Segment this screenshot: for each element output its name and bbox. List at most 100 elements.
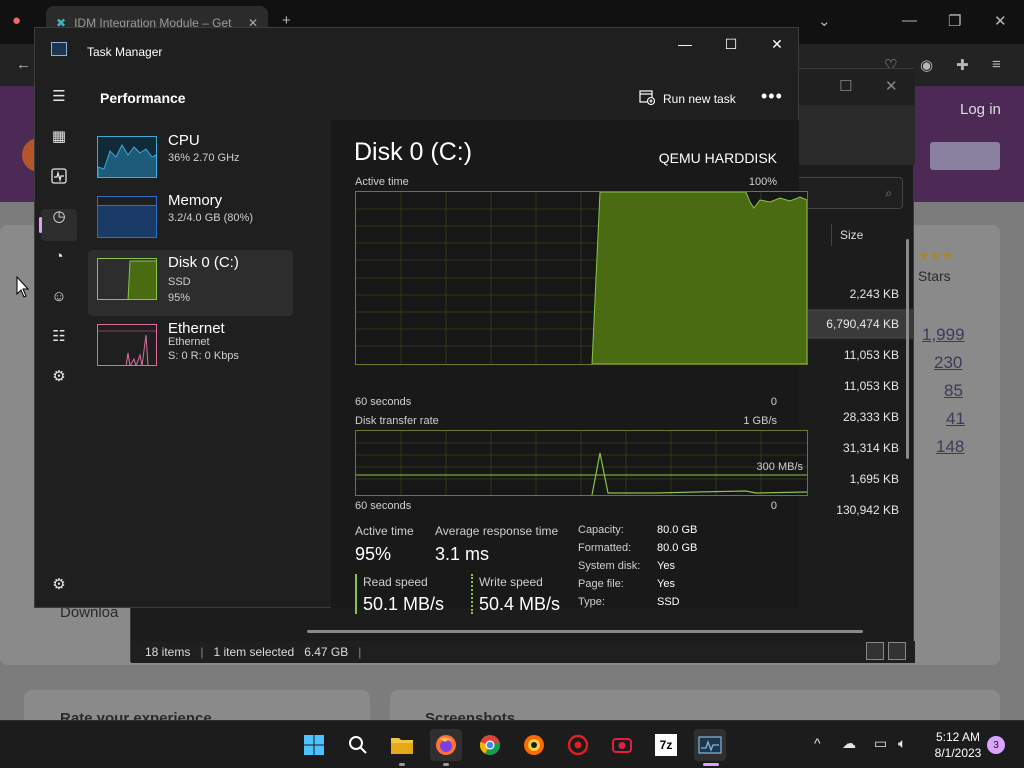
status-item-count: 18 items xyxy=(145,645,191,659)
minimize-icon[interactable]: — xyxy=(902,12,917,29)
start-icon[interactable] xyxy=(298,729,330,761)
users-icon[interactable]: ☺ xyxy=(47,284,71,308)
active-time-value: 95% xyxy=(355,544,392,564)
resource-detail: Ethernet xyxy=(168,336,210,348)
recorder-icon[interactable] xyxy=(562,729,594,761)
cpu-thumbnail xyxy=(97,136,157,178)
details-view-icon[interactable] xyxy=(866,642,884,660)
close-icon[interactable]: ✕ xyxy=(754,28,800,60)
7zip-label: 7z xyxy=(655,734,677,756)
resource-name: Disk 0 (C:) xyxy=(168,254,239,271)
menu-icon[interactable]: ≡ xyxy=(992,56,1001,73)
hamburger-menu-icon[interactable]: ☰ xyxy=(47,84,71,108)
vertical-scrollbar[interactable] xyxy=(906,239,909,459)
write-speed-value: 50.4 MB/s xyxy=(479,594,561,614)
explorer-statusbar: 18 items | 1 item selected 6.47 GB | xyxy=(131,641,915,663)
prop-label: Capacity: xyxy=(578,524,624,536)
prop-label: Formatted: xyxy=(578,542,632,554)
prop-value: Yes xyxy=(657,578,675,590)
search-icon[interactable] xyxy=(342,729,374,761)
graph-timespan: 60 seconds xyxy=(355,396,412,408)
taskbar: 7z ^ ☁ ▭ 🔈︎ 5:12 AM 8/1/2023 3 xyxy=(0,720,1024,768)
active-time-graph-label: Active time xyxy=(355,176,409,188)
account-icon[interactable]: ◉ xyxy=(920,56,933,74)
transfer-rate-mid: 300 MB/s xyxy=(756,461,803,473)
list-tabs-icon[interactable]: ⌄ xyxy=(818,12,831,30)
rating-count[interactable]: 148 xyxy=(936,437,964,457)
transfer-rate-label: Disk transfer rate xyxy=(355,415,439,427)
resource-detail: 3.2/4.0 GB (80%) xyxy=(168,212,253,224)
resource-detail: 95% xyxy=(168,292,191,304)
resource-item-cpu[interactable]: CPU 36% 2.70 GHz xyxy=(88,128,293,194)
maximize-icon[interactable]: ☐ xyxy=(708,28,754,60)
startup-apps-icon[interactable]: ◔ xyxy=(47,244,71,268)
clock[interactable]: 5:12 AM 8/1/2023 xyxy=(928,729,988,761)
rating-count[interactable]: 85 xyxy=(944,381,963,401)
resource-item-disk[interactable]: Disk 0 (C:) SSD 95% xyxy=(88,250,293,316)
onedrive-offline-icon[interactable]: ☁ xyxy=(842,735,856,752)
show-hidden-icons-icon[interactable]: ^ xyxy=(814,735,821,751)
prop-label: System disk: xyxy=(578,560,641,572)
restore-icon[interactable]: ❐ xyxy=(948,12,961,30)
explorer-search-input[interactable]: ⌕ xyxy=(797,177,903,209)
status-selected: 1 item selected xyxy=(213,645,295,659)
details-icon[interactable]: ☷ xyxy=(47,324,71,348)
page-title: Performance xyxy=(100,90,186,106)
services-icon[interactable]: ⚙ xyxy=(47,364,71,388)
maximize-icon[interactable]: ☐ xyxy=(839,77,852,95)
brave-icon[interactable] xyxy=(518,729,550,761)
firefox-icon[interactable]: ● xyxy=(12,12,21,29)
close-icon[interactable]: ✕ xyxy=(885,77,898,95)
prop-value: SSD xyxy=(657,596,680,608)
transfer-rate-max: 1 GB/s xyxy=(743,415,777,427)
performance-icon[interactable] xyxy=(47,164,71,188)
7zip-icon[interactable]: 7z xyxy=(650,729,682,761)
back-icon[interactable]: ← xyxy=(16,56,31,73)
disk-model: QEMU HARDDISK xyxy=(658,150,777,166)
horizontal-scrollbar[interactable] xyxy=(307,630,863,633)
active-time-graph xyxy=(355,191,808,365)
rating-count[interactable]: 230 xyxy=(934,353,962,373)
resource-name: Memory xyxy=(168,192,223,209)
nav-rail: ☰ ▦ ◷ ◔ ☺ ☷ ⚙ ⚙ xyxy=(35,76,83,609)
task-manager-icon[interactable] xyxy=(694,729,726,761)
run-new-task-label: Run new task xyxy=(663,91,736,106)
prop-value: Yes xyxy=(657,560,675,572)
read-speed-indicator xyxy=(355,574,357,614)
volume-icon[interactable]: 🔈︎ xyxy=(898,735,906,752)
resource-item-memory[interactable]: Memory 3.2/4.0 GB (80%) xyxy=(88,188,293,254)
run-new-task-button[interactable]: Run new task xyxy=(639,89,736,108)
rating-count[interactable]: 41 xyxy=(946,409,965,429)
camera-icon[interactable] xyxy=(606,729,638,761)
resource-item-ethernet[interactable]: Ethernet Ethernet S: 0 R: 0 Kbps xyxy=(88,316,293,382)
rating-count[interactable]: 1,999 xyxy=(922,325,965,345)
settings-icon[interactable]: ⚙ xyxy=(47,572,71,596)
chrome-icon[interactable] xyxy=(474,729,506,761)
write-speed-label: Write speed xyxy=(479,575,543,589)
network-icon[interactable]: ▭ xyxy=(874,735,887,752)
active-time-label: Active time xyxy=(355,524,414,538)
prop-value: 80.0 GB xyxy=(657,542,698,554)
processes-icon[interactable]: ▦ xyxy=(47,124,71,148)
tiles-view-icon[interactable] xyxy=(888,642,906,660)
site-search-button[interactable] xyxy=(930,142,1000,170)
clock-time: 5:12 AM xyxy=(935,730,981,744)
app-history-icon[interactable]: ◷ xyxy=(47,204,71,228)
more-options-icon[interactable]: ••• xyxy=(761,86,783,107)
window-title: Task Manager xyxy=(87,45,163,59)
minimize-icon[interactable]: — xyxy=(662,28,708,60)
prop-value: 80.0 GB xyxy=(657,524,698,536)
extensions-icon[interactable]: ✚ xyxy=(956,56,969,74)
run-task-icon xyxy=(639,89,656,108)
active-time-max: 100% xyxy=(748,176,777,188)
memory-thumbnail xyxy=(97,196,157,238)
clock-date: 8/1/2023 xyxy=(934,746,982,760)
resource-detail: S: 0 R: 0 Kbps xyxy=(168,350,239,362)
close-window-icon[interactable]: ✕ xyxy=(994,12,1007,30)
login-link[interactable]: Log in xyxy=(960,101,1001,118)
firefox-icon[interactable] xyxy=(430,729,462,761)
notification-badge[interactable]: 3 xyxy=(987,736,1005,754)
file-explorer-icon[interactable] xyxy=(386,729,418,761)
task-manager-titlebar: Task Manager — ☐ ✕ xyxy=(35,28,800,76)
column-header-size[interactable]: Size xyxy=(831,224,911,246)
